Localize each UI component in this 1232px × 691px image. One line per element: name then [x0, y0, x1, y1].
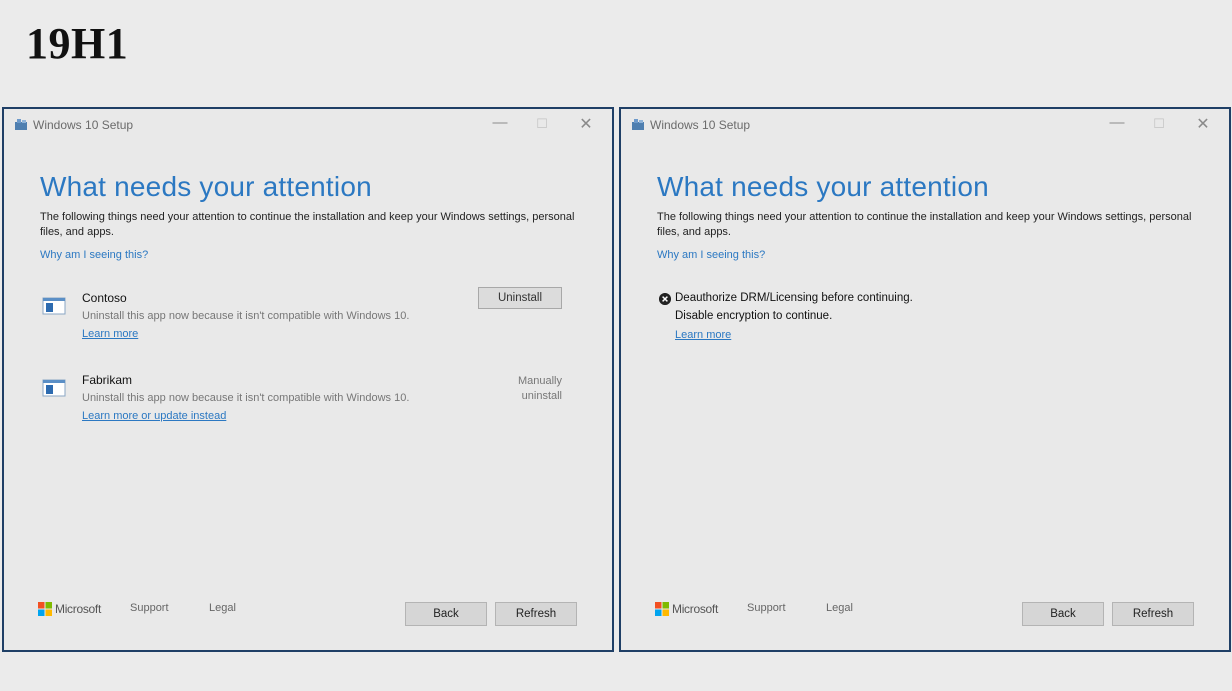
microsoft-brand: Microsoft [55, 602, 101, 616]
page-heading: What needs your attention [40, 171, 372, 202]
legal-link[interactable]: Legal [209, 602, 236, 614]
setup-window-left: Windows 10 Setup — ☐ ✕ What needs your a… [2, 107, 614, 652]
list-item-fabrikam: Fabrikam Uninstall this app now because … [40, 373, 576, 423]
back-button[interactable]: Back [1022, 602, 1104, 626]
title-bar: Windows 10 Setup — ☐ ✕ [621, 109, 1229, 141]
refresh-button[interactable]: Refresh [495, 602, 577, 626]
microsoft-logo-icon [38, 602, 52, 616]
title-bar: Windows 10 Setup — ☐ ✕ [4, 109, 612, 141]
minimize-icon[interactable]: — [1107, 114, 1127, 131]
issue-line: Disable encryption to continue. [675, 310, 833, 322]
manually-uninstall-status: Manually uninstall [472, 374, 562, 404]
uninstall-button[interactable]: Uninstall [478, 287, 562, 309]
close-icon[interactable]: ✕ [1193, 114, 1213, 134]
footer: Microsoft Support Legal Back Refresh [621, 599, 1229, 629]
app-message: Uninstall this app now because it isn't … [82, 310, 410, 322]
app-name: Contoso [82, 291, 127, 305]
setup-app-icon [15, 119, 27, 130]
refresh-button[interactable]: Refresh [1112, 602, 1194, 626]
page-description: The following things need your attention… [657, 211, 1192, 238]
footer: Microsoft Support Legal Back Refresh [4, 599, 612, 629]
learn-more-link[interactable]: Learn more [82, 328, 138, 340]
why-am-i-seeing-this-link[interactable]: Why am I seeing this? [657, 249, 765, 261]
error-x-icon [659, 293, 671, 305]
app-name: Fabrikam [82, 373, 133, 387]
microsoft-logo-icon [655, 602, 669, 616]
setup-window-right: Windows 10 Setup — ☐ ✕ What needs your a… [619, 107, 1231, 652]
app-message: Uninstall this app now because it isn't … [82, 392, 410, 404]
setup-app-icon [632, 119, 644, 130]
window-title: Windows 10 Setup [33, 118, 134, 132]
microsoft-brand: Microsoft [672, 602, 718, 616]
slide-title: 19H1 [26, 19, 129, 68]
app-window-icon [42, 297, 66, 315]
app-window-icon [42, 379, 66, 397]
maximize-icon[interactable]: ☐ [1149, 116, 1169, 132]
maximize-icon[interactable]: ☐ [532, 116, 552, 132]
why-am-i-seeing-this-link[interactable]: Why am I seeing this? [40, 249, 148, 261]
support-link[interactable]: Support [747, 602, 786, 614]
learn-more-or-update-link[interactable]: Learn more or update instead [82, 410, 226, 422]
issue-line: Deauthorize DRM/Licensing before continu… [675, 292, 913, 304]
list-item-contoso: Contoso Uninstall this app now because i… [40, 287, 576, 341]
back-button[interactable]: Back [405, 602, 487, 626]
legal-link[interactable]: Legal [826, 602, 853, 614]
support-link[interactable]: Support [130, 602, 169, 614]
minimize-icon[interactable]: — [490, 114, 510, 131]
status-line: Manually [517, 375, 562, 387]
page-heading: What needs your attention [657, 171, 989, 202]
learn-more-link[interactable]: Learn more [675, 329, 731, 341]
status-line: uninstall [521, 390, 562, 402]
page-description: The following things need your attention… [40, 211, 575, 238]
window-title: Windows 10 Setup [650, 118, 751, 132]
close-icon[interactable]: ✕ [576, 114, 596, 134]
